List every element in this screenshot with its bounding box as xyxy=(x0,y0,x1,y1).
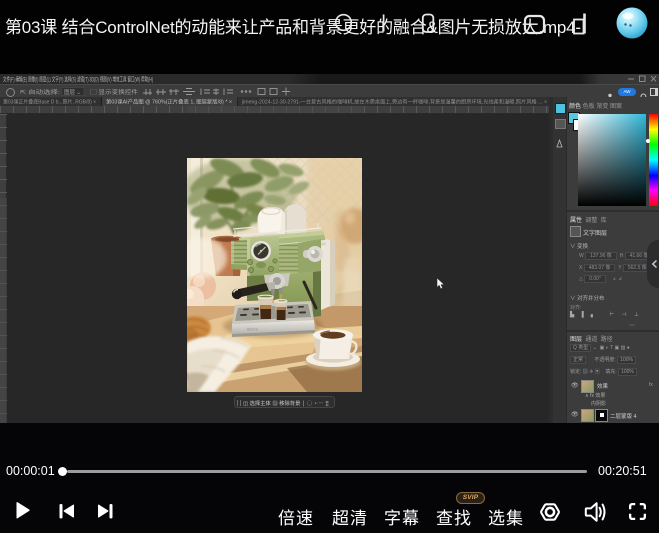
svg-text:◫ 选择主体 ▨ 移除背景 │ ◯ ◔ ⋯ ⣿: ◫ 选择主体 ▨ 移除背景 │ ◯ ◔ ⋯ ⣿ xyxy=(243,400,329,407)
svg-text:图层 ⌄: 图层 ⌄ xyxy=(64,88,81,96)
svg-text:第03课正片叠底Base D b...照片, RGB/8): 第03课正片叠底Base D b...照片, RGB/8) × xyxy=(3,99,96,106)
svg-text:▢ 显示变换控件: ▢ 显示变换控件 xyxy=(90,88,139,96)
svg-text:jimeng-2024-12-30-2791-一台复古风格的: jimeng-2024-12-30-2791-一台复古风格的咖啡机,放在木质桌面… xyxy=(241,99,547,106)
svg-text:文件(F) 编辑(E) 图像(I) 图层(L) 文字(Y): 文件(F) 编辑(E) 图像(I) 图层(L) 文字(Y) 选择(S) 滤镜(T… xyxy=(3,76,153,84)
svg-text:第03课AI产品图 @ 760%(正片叠底 1, 图层蒙版/: 第03课AI产品图 @ 760%(正片叠底 1, 图层蒙版/8) * × xyxy=(106,99,232,106)
svg-text:⇱ 自动选择:: ⇱ 自动选择: xyxy=(20,88,61,96)
